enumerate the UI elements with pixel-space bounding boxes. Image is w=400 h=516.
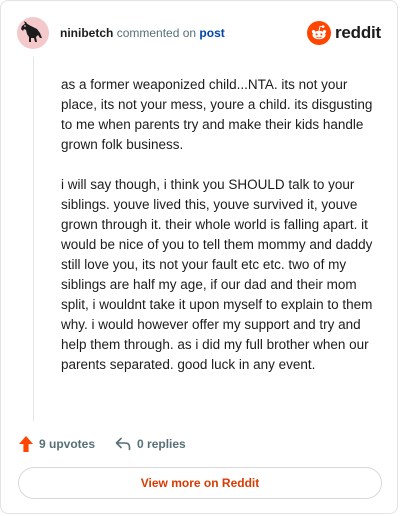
- comment-body: as a former weaponized child...NTA. its …: [61, 75, 385, 395]
- comment-header: ninibetch commented on post reddit: [17, 17, 381, 49]
- comment-paragraph: as a former weaponized child...NTA. its …: [61, 77, 373, 152]
- comment-actions: 9 upvotes 0 replies: [19, 433, 186, 455]
- comment-meta: ninibetch commented on post: [60, 25, 307, 41]
- embedded-comment-card: ninibetch commented on post reddit as a …: [0, 0, 398, 514]
- reddit-snoo-icon: [306, 21, 331, 45]
- comment-paragraph: i will say though, i think you SHOULD ta…: [61, 177, 373, 372]
- thread-line: [33, 57, 34, 421]
- reply-button[interactable]: 0 replies: [115, 437, 186, 451]
- view-more-button[interactable]: View more on Reddit: [18, 467, 382, 499]
- avatar[interactable]: [17, 17, 49, 49]
- reply-arrow-icon: [115, 437, 131, 451]
- action-text: commented on: [116, 26, 197, 40]
- upvote-button[interactable]: 9 upvotes: [19, 436, 95, 452]
- post-link[interactable]: post: [199, 26, 224, 40]
- reddit-logo[interactable]: reddit: [306, 21, 381, 45]
- avatar-dinosaur-icon: [21, 21, 42, 42]
- upvote-arrow-icon: [19, 436, 33, 452]
- reply-count: 0 replies: [137, 437, 186, 451]
- username-link[interactable]: ninibetch: [60, 26, 113, 40]
- upvote-count: 9 upvotes: [39, 437, 96, 451]
- brand-wordmark: reddit: [334, 23, 381, 42]
